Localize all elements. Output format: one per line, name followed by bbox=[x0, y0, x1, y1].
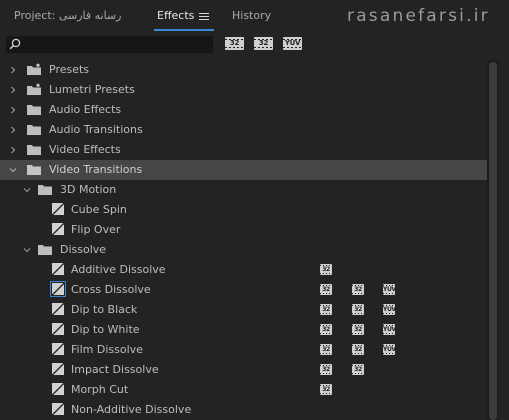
yuv-filter-button[interactable]: YUV bbox=[283, 37, 302, 50]
transition-icon bbox=[52, 323, 64, 335]
panel-menu-icon[interactable] bbox=[199, 13, 209, 21]
tree-item-dip-to-black[interactable]: Dip to Black 32 32 YUV bbox=[0, 300, 487, 320]
folder-icon bbox=[38, 185, 52, 195]
tree-item-additive-dissolve[interactable]: Additive Dissolve 32 bbox=[0, 260, 487, 280]
active-tab-indicator bbox=[154, 29, 214, 31]
tree-item-label: Additive Dissolve bbox=[71, 263, 166, 276]
preset-folder-icon bbox=[27, 83, 41, 95]
preset-folder-icon bbox=[27, 63, 41, 75]
tree-item-presets[interactable]: Presets bbox=[0, 60, 487, 80]
chevron-right-icon[interactable] bbox=[9, 106, 17, 114]
folder-icon bbox=[27, 125, 41, 135]
tree-item-label: 3D Motion bbox=[60, 183, 117, 196]
accelerated-badge: 32 bbox=[320, 304, 332, 315]
tree-item-label: Video Effects bbox=[49, 143, 121, 156]
accelerated-badge: 32 bbox=[320, 324, 332, 335]
chevron-down-icon[interactable] bbox=[9, 166, 17, 174]
tree-item-label: Audio Transitions bbox=[49, 123, 143, 136]
tab-effects[interactable]: Effects bbox=[157, 9, 194, 22]
chevron-down-icon[interactable] bbox=[23, 186, 31, 194]
chevron-right-icon[interactable] bbox=[9, 86, 17, 94]
tab-history[interactable]: History bbox=[232, 9, 271, 22]
search-icon bbox=[9, 38, 21, 50]
yuv-badge: YUV bbox=[383, 344, 395, 355]
scrollbar-thumb[interactable] bbox=[489, 62, 497, 420]
transition-icon bbox=[52, 203, 64, 215]
chevron-right-icon[interactable] bbox=[9, 126, 17, 134]
32bit-badge: 32 bbox=[352, 344, 364, 355]
tree-item-video-effects[interactable]: Video Effects bbox=[0, 140, 487, 160]
accelerated-badge: 32 bbox=[320, 264, 332, 275]
accelerated-effects-filter-button[interactable]: 32 bbox=[225, 37, 244, 50]
tree-item-lumetri-presets[interactable]: Lumetri Presets bbox=[0, 80, 487, 100]
32bit-filter-label: 32 bbox=[258, 39, 269, 47]
tab-bar: Project: رسانه فارسی Effects History ras… bbox=[0, 0, 509, 34]
tree-item-cross-dissolve[interactable]: Cross Dissolve 32 32 YUV bbox=[0, 280, 487, 300]
transition-icon bbox=[52, 383, 64, 395]
effects-tree: Presets Lumetri Presets Audio Effects Au… bbox=[0, 60, 509, 420]
tree-item-audio-effects[interactable]: Audio Effects bbox=[0, 100, 487, 120]
accelerated-badge: 32 bbox=[320, 344, 332, 355]
tree-item-label: Video Transitions bbox=[49, 163, 143, 176]
32bit-filter-button[interactable]: 32 bbox=[254, 37, 273, 50]
tree-item-dip-to-white[interactable]: Dip to White 32 32 YUV bbox=[0, 320, 487, 340]
32bit-badge: 32 bbox=[352, 364, 364, 375]
tree-item-film-dissolve[interactable]: Film Dissolve 32 32 YUV bbox=[0, 340, 487, 360]
tree-item-label: Audio Effects bbox=[49, 103, 122, 116]
tree-item-video-transitions[interactable]: Video Transitions bbox=[0, 160, 487, 180]
tree-item-label: Flip Over bbox=[71, 223, 121, 236]
32bit-badge: 32 bbox=[352, 324, 364, 335]
tree-item-cube-spin[interactable]: Cube Spin bbox=[0, 200, 487, 220]
yuv-badge: YUV bbox=[383, 324, 395, 335]
tree-item-label: Film Dissolve bbox=[71, 343, 143, 356]
tree-item-3d-motion[interactable]: 3D Motion bbox=[0, 180, 487, 200]
transition-icon bbox=[52, 363, 64, 375]
chevron-down-icon[interactable] bbox=[23, 246, 31, 254]
effects-panel: Project: رسانه فارسی Effects History ras… bbox=[0, 0, 509, 420]
folder-icon bbox=[27, 165, 41, 175]
tree-item-label: Non-Additive Dissolve bbox=[71, 403, 192, 416]
chevron-right-icon[interactable] bbox=[9, 146, 17, 154]
yuv-filter-label: YUV bbox=[284, 39, 301, 47]
tree-item-label: Impact Dissolve bbox=[71, 363, 159, 376]
chevron-right-icon[interactable] bbox=[9, 66, 17, 74]
tree-item-flip-over[interactable]: Flip Over bbox=[0, 220, 487, 240]
transition-icon bbox=[52, 263, 64, 275]
tree-item-label: Dissolve bbox=[60, 243, 107, 256]
tree-item-label: Dip to Black bbox=[71, 303, 138, 316]
transition-icon bbox=[52, 343, 64, 355]
transition-icon bbox=[52, 223, 64, 235]
tree-item-morph-cut[interactable]: Morph Cut 32 bbox=[0, 380, 487, 400]
tree-item-label: Presets bbox=[49, 63, 90, 76]
tree-item-label: Cross Dissolve bbox=[71, 283, 151, 296]
tree-item-audio-transitions[interactable]: Audio Transitions bbox=[0, 120, 487, 140]
tree-item-impact-dissolve[interactable]: Impact Dissolve 32 32 bbox=[0, 360, 487, 380]
accelerated-badge: 32 bbox=[320, 284, 332, 295]
transition-icon bbox=[50, 281, 66, 297]
tab-project[interactable]: Project: رسانه فارسی bbox=[14, 9, 122, 22]
tree-item-non-additive-dissolve[interactable]: Non-Additive Dissolve bbox=[0, 400, 487, 420]
tree-item-label: Lumetri Presets bbox=[49, 83, 135, 96]
tree-item-label: Dip to White bbox=[71, 323, 140, 336]
transition-icon bbox=[52, 303, 64, 315]
tree-item-label: Cube Spin bbox=[71, 203, 127, 216]
tree-item-dissolve[interactable]: Dissolve bbox=[0, 240, 487, 260]
folder-icon bbox=[27, 105, 41, 115]
folder-icon bbox=[38, 245, 52, 255]
search-input[interactable] bbox=[6, 36, 213, 53]
watermark: rasanefarsi.ir bbox=[347, 6, 490, 26]
tree-item-label: Morph Cut bbox=[71, 383, 129, 396]
transition-icon bbox=[52, 403, 64, 415]
yuv-badge: YUV bbox=[383, 304, 395, 315]
accelerated-badge: 32 bbox=[320, 384, 332, 395]
folder-icon bbox=[27, 145, 41, 155]
accelerated-filter-label: 32 bbox=[229, 39, 240, 47]
32bit-badge: 32 bbox=[352, 284, 364, 295]
32bit-badge: 32 bbox=[352, 304, 364, 315]
yuv-badge: YUV bbox=[383, 284, 395, 295]
accelerated-badge: 32 bbox=[320, 364, 332, 375]
